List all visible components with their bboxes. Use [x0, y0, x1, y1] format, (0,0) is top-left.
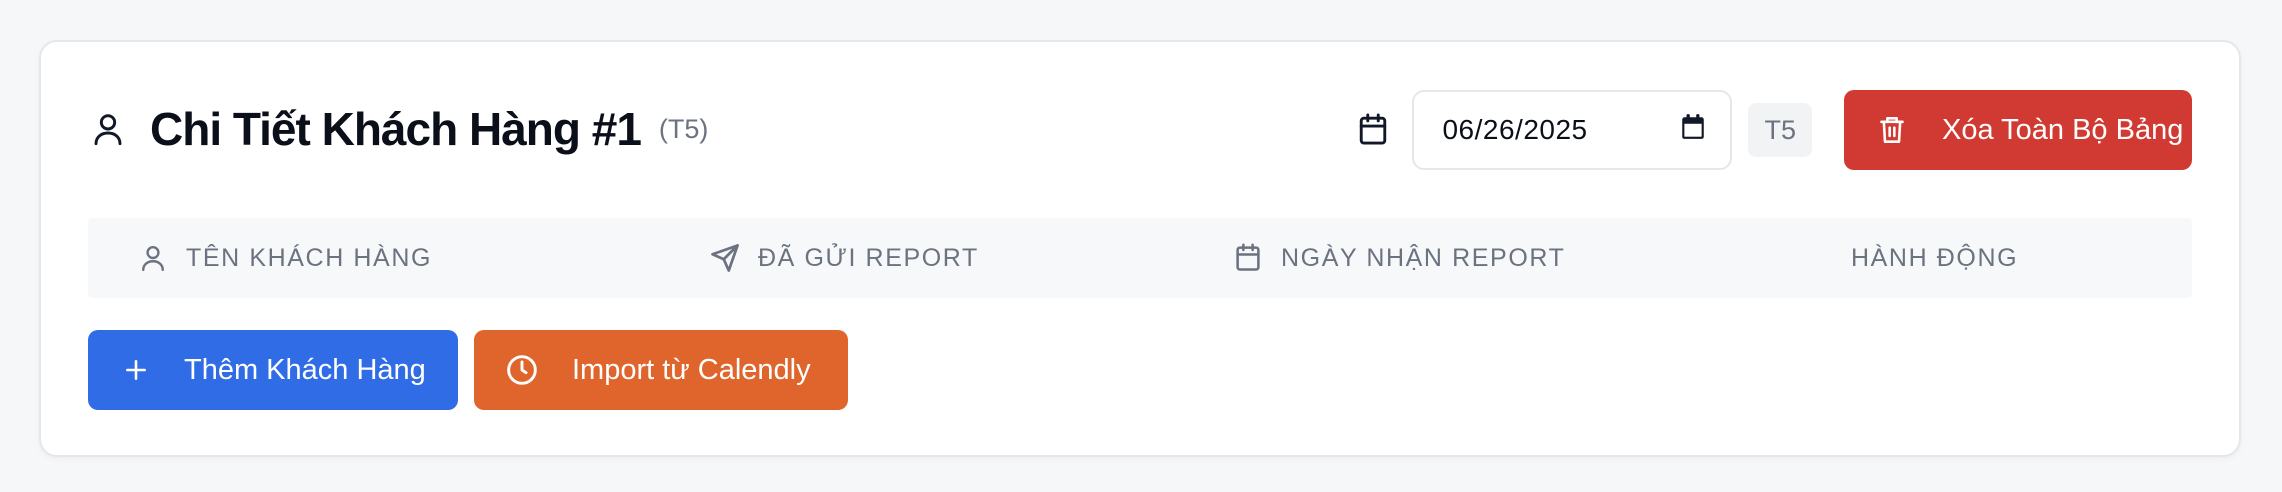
add-customer-label: Thêm Khách Hàng	[184, 353, 426, 386]
column-header-report-date: NGÀY NHẬN REPORT	[1231, 218, 1565, 298]
date-picker-icon[interactable]	[1680, 113, 1706, 148]
user-icon	[136, 241, 170, 275]
delete-all-button[interactable]: Xóa Toàn Bộ Bảng	[1844, 90, 2192, 170]
trash-icon	[1876, 114, 1908, 146]
column-header-customer-name: TÊN KHÁCH HÀNG	[136, 218, 432, 298]
column-label: HÀNH ĐỘNG	[1851, 243, 2019, 272]
column-header-actions: HÀNH ĐỘNG	[1851, 218, 2018, 298]
header-controls: 06/26/2025 T5 Xóa Toàn Bộ Bảng	[1352, 89, 2192, 171]
column-label: TÊN KHÁCH HÀNG	[186, 243, 433, 272]
column-label: ĐÃ GỬI REPORT	[758, 243, 979, 272]
user-icon	[88, 109, 128, 149]
send-icon	[708, 241, 742, 275]
delete-all-label: Xóa Toàn Bộ Bảng	[1942, 113, 2184, 146]
plus-icon	[120, 354, 152, 386]
page-title: Chi Tiết Khách Hàng #1	[150, 103, 642, 155]
column-label: NGÀY NHẬN REPORT	[1281, 243, 1566, 272]
date-input-value: 06/26/2025	[1442, 114, 1588, 145]
page-subtitle: (T5)	[658, 113, 709, 144]
month-badge: T5	[1748, 103, 1812, 157]
column-header-report-sent: ĐÃ GỬI REPORT	[708, 218, 979, 298]
calendar-icon	[1352, 109, 1394, 151]
clock-icon	[506, 354, 538, 386]
table-header: TÊN KHÁCH HÀNG ĐÃ GỬI REPORT NGÀY NHẬN R…	[88, 218, 2192, 298]
import-calendly-button[interactable]: Import từ Calendly	[474, 330, 848, 410]
date-input[interactable]: 06/26/2025	[1412, 90, 1733, 170]
action-bar: Thêm Khách Hàng Import từ Calendly	[88, 330, 848, 410]
page-header: Chi Tiết Khách Hàng #1 (T5)	[88, 88, 708, 170]
calendar-icon	[1231, 241, 1265, 275]
add-customer-button[interactable]: Thêm Khách Hàng	[88, 330, 458, 410]
import-calendly-label: Import từ Calendly	[572, 353, 811, 386]
